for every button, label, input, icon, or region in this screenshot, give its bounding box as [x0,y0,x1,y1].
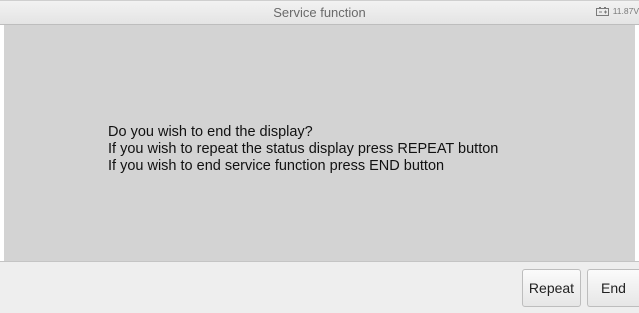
message-panel: Do you wish to end the display? If you w… [4,25,635,261]
button-bar: Repeat End [0,261,639,313]
battery-icon [595,6,609,16]
message-text: Do you wish to end the display? If you w… [108,124,498,175]
page-title: Service function [273,5,366,20]
title-bar: Service function 11.87V [0,0,639,25]
battery-status: 11.87V [595,6,639,16]
battery-voltage: 11.87V [612,6,639,16]
service-function-screen: Service function 11.87V Do you wish to e… [0,0,639,313]
repeat-button[interactable]: Repeat [522,269,581,307]
message-line: Do you wish to end the display? [108,124,313,140]
message-line: If you wish to repeat the status display… [108,141,499,157]
end-button[interactable]: End [587,269,639,307]
message-line: If you wish to end service function pres… [108,158,445,174]
